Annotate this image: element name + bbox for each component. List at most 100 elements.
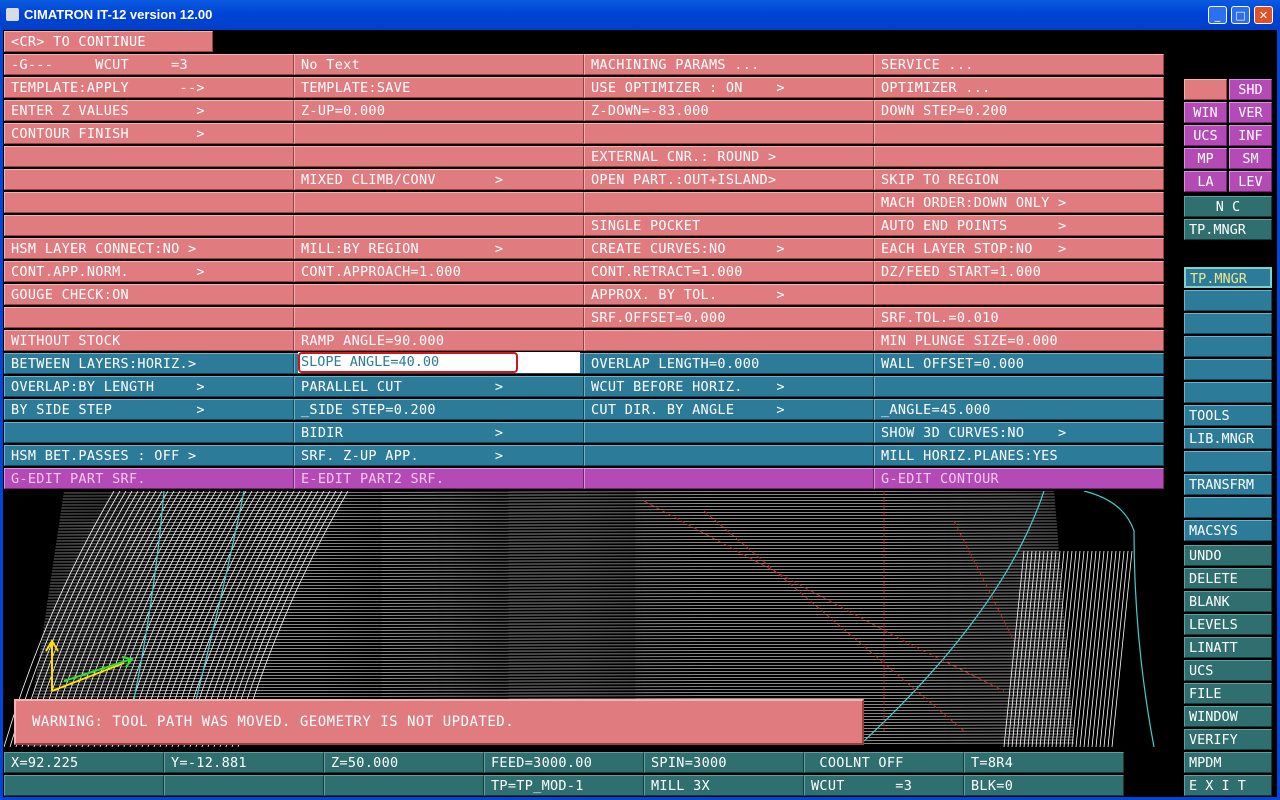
menu-item-r13-c3[interactable]: WALL OFFSET=0.000	[874, 353, 1164, 374]
menu-item-r17-c0[interactable]: HSM BET.PASSES : OFF >	[4, 445, 294, 466]
close-button[interactable]: ✕	[1254, 6, 1273, 24]
menu-item-r16-c2[interactable]	[584, 422, 874, 443]
menu-item-r12-c1[interactable]: RAMP ANGLE=90.000	[294, 330, 584, 351]
empty-button[interactable]	[1184, 497, 1272, 518]
blank-button[interactable]: BLANK	[1184, 591, 1272, 612]
menu-item-r2-c3[interactable]: DOWN STEP=0.200	[874, 100, 1164, 121]
empty-button[interactable]	[1184, 313, 1272, 334]
linatt-button[interactable]: LINATT	[1184, 637, 1272, 658]
verify-button[interactable]: VERIFY	[1184, 729, 1272, 750]
menu-item-r4-c2[interactable]: EXTERNAL CNR.: ROUND >	[584, 146, 874, 167]
menu-item-r10-c0[interactable]: GOUGE CHECK:ON	[4, 284, 294, 305]
menu-item-r9-c0[interactable]: CONT.APP.NORM. >	[4, 261, 294, 282]
menu-item-r7-c3[interactable]: AUTO END POINTS >	[874, 215, 1164, 236]
minimize-button[interactable]: _	[1208, 6, 1227, 24]
menu-item-r14-c1[interactable]: PARALLEL CUT >	[294, 376, 584, 397]
file-button[interactable]: FILE	[1184, 683, 1272, 704]
continue-prompt[interactable]: <CR> TO CONTINUE	[4, 31, 213, 52]
menu-item-r8-c0[interactable]: HSM LAYER CONNECT:NO >	[4, 238, 294, 259]
menu-item-r11-c3[interactable]: SRF.TOL.=0.010	[874, 307, 1164, 328]
menu-item-r14-c2[interactable]: WCUT BEFORE HORIZ. >	[584, 376, 874, 397]
menu-item-r2-c2[interactable]: Z-DOWN=-83.000	[584, 100, 874, 121]
menu-item-r11-c0[interactable]	[4, 307, 294, 328]
menu-item-r1-c3[interactable]: OPTIMIZER ...	[874, 77, 1164, 98]
menu-item-r18-c2[interactable]	[584, 468, 874, 489]
menu-item-r4-c0[interactable]	[4, 146, 294, 167]
ver-button[interactable]: VER	[1229, 102, 1272, 123]
ucs-button[interactable]: UCS	[1184, 660, 1272, 681]
mpdm-button[interactable]: MPDM	[1184, 752, 1272, 773]
menu-item-r9-c3[interactable]: DZ/FEED START=1.000	[874, 261, 1164, 282]
menu-item-r14-c3[interactable]	[874, 376, 1164, 397]
la-button[interactable]: LA	[1184, 171, 1227, 192]
menu-item-r1-c0[interactable]: TEMPLATE:APPLY -->	[4, 77, 294, 98]
menu-item-r6-c3[interactable]: MACH ORDER:DOWN ONLY >	[874, 192, 1164, 213]
menu-item-r15-c2[interactable]: CUT DIR. BY ANGLE >	[584, 399, 874, 420]
levels-button[interactable]: LEVELS	[1184, 614, 1272, 635]
ucs-view-button[interactable]: UCS	[1184, 125, 1227, 146]
menu-item-r13-c0[interactable]: BETWEEN LAYERS:HORIZ.>	[4, 353, 294, 374]
menu-item-r16-c0[interactable]	[4, 422, 294, 443]
lib-mngr-button[interactable]: LIB.MNGR	[1184, 428, 1272, 449]
exit-button[interactable]: E X I T	[1184, 775, 1272, 796]
menu-item-r5-c3[interactable]: SKIP TO REGION	[874, 169, 1164, 190]
menu-item-r10-c1[interactable]	[294, 284, 584, 305]
menu-item-r6-c0[interactable]	[4, 192, 294, 213]
delete-button[interactable]: DELETE	[1184, 568, 1272, 589]
shd-button[interactable]: SHD	[1229, 79, 1272, 100]
empty-button[interactable]	[1184, 336, 1272, 357]
menu-item-r3-c0[interactable]: CONTOUR FINISH >	[4, 123, 294, 144]
transfrm-button[interactable]: TRANSFRM	[1184, 474, 1272, 495]
menu-item-r10-c2[interactable]: APPROX. BY TOL. >	[584, 284, 874, 305]
menu-item-r15-c1[interactable]: _SIDE STEP=0.200	[294, 399, 584, 420]
menu-item-r11-c2[interactable]: SRF.OFFSET=0.000	[584, 307, 874, 328]
menu-item-r9-c2[interactable]: CONT.RETRACT=1.000	[584, 261, 874, 282]
menu-item-r16-c3[interactable]: SHOW 3D CURVES:NO >	[874, 422, 1164, 443]
menu-item-r18-c1[interactable]: E-EDIT PART2 SRF.	[294, 468, 584, 489]
menu-item-r2-c0[interactable]: ENTER Z VALUES >	[4, 100, 294, 121]
menu-item-r12-c3[interactable]: MIN PLUNGE SIZE=0.000	[874, 330, 1164, 351]
menu-item-r6-c2[interactable]	[584, 192, 874, 213]
empty-button[interactable]	[1184, 359, 1272, 380]
inf-button[interactable]: INF	[1229, 125, 1272, 146]
menu-item-r4-c3[interactable]	[874, 146, 1164, 167]
menu-item-r16-c1[interactable]: BIDIR >	[294, 422, 584, 443]
menu-item-r11-c1[interactable]	[294, 307, 584, 328]
menu-item-r0-c1[interactable]: No Text	[294, 54, 584, 75]
menu-item-r0-c0[interactable]: -G--- WCUT =3	[4, 54, 294, 75]
menu-item-r7-c2[interactable]: SINGLE POCKET	[584, 215, 874, 236]
menu-item-r10-c3[interactable]	[874, 284, 1164, 305]
menu-item-r18-c0[interactable]: G-EDIT PART SRF.	[4, 468, 294, 489]
empty-button[interactable]	[1184, 290, 1272, 311]
menu-item-r13-c2[interactable]: OVERLAP LENGTH=0.000	[584, 353, 874, 374]
undo-button[interactable]: UNDO	[1184, 545, 1272, 566]
mp-button[interactable]: MP	[1184, 148, 1227, 169]
menu-item-r17-c3[interactable]: MILL HORIZ.PLANES:YES	[874, 445, 1164, 466]
menu-item-r5-c2[interactable]: OPEN PART.:OUT+ISLAND>	[584, 169, 874, 190]
menu-item-r14-c0[interactable]: OVERLAP:BY LENGTH >	[4, 376, 294, 397]
menu-item-r6-c1[interactable]	[294, 192, 584, 213]
win-button[interactable]: WIN	[1184, 102, 1227, 123]
menu-item-r7-c1[interactable]	[294, 215, 584, 236]
menu-item-r17-c2[interactable]	[584, 445, 874, 466]
menu-item-r12-c0[interactable]: WITHOUT STOCK	[4, 330, 294, 351]
menu-item-r1-c1[interactable]: TEMPLATE:SAVE	[294, 77, 584, 98]
lev-button[interactable]: LEV	[1229, 171, 1272, 192]
menu-item-r1-c2[interactable]: USE OPTIMIZER : ON >	[584, 77, 874, 98]
menu-item-r8-c3[interactable]: EACH LAYER STOP:NO >	[874, 238, 1164, 259]
nc-button[interactable]: N C	[1184, 196, 1272, 217]
empty-button[interactable]	[1184, 382, 1272, 403]
empty-button[interactable]	[1184, 451, 1272, 472]
menu-item-r3-c3[interactable]	[874, 123, 1164, 144]
tools-button[interactable]: TOOLS	[1184, 405, 1272, 426]
menu-item-r9-c1[interactable]: CONT.APPROACH=1.000	[294, 261, 584, 282]
window-button[interactable]: WINDOW	[1184, 706, 1272, 727]
menu-item-r18-c3[interactable]: G-EDIT CONTOUR	[874, 468, 1164, 489]
tp-mngr-active-button[interactable]: TP.MNGR	[1184, 267, 1272, 288]
menu-item-r0-c3[interactable]: SERVICE ...	[874, 54, 1164, 75]
menu-item-r12-c2[interactable]	[584, 330, 874, 351]
menu-item-r8-c1[interactable]: MILL:BY REGION >	[294, 238, 584, 259]
sm-button[interactable]: SM	[1229, 148, 1272, 169]
menu-item-r15-c3[interactable]: _ANGLE=45.000	[874, 399, 1164, 420]
menu-item-r3-c2[interactable]	[584, 123, 874, 144]
